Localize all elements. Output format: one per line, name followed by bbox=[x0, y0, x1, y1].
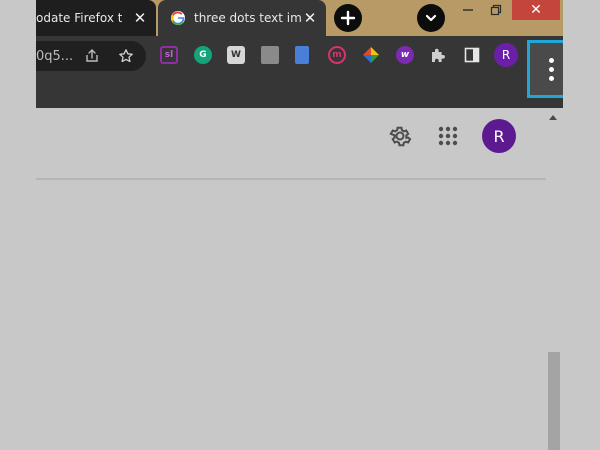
google-favicon-icon bbox=[171, 11, 185, 25]
plus-icon bbox=[340, 10, 356, 26]
extension-doc-icon[interactable] bbox=[295, 46, 309, 64]
page-header bbox=[36, 108, 546, 180]
grammarly-extension-icon[interactable]: G bbox=[194, 46, 212, 64]
scrollbar-thumb[interactable] bbox=[548, 352, 560, 450]
side-panel-icon[interactable] bbox=[463, 46, 481, 64]
apps-grid-icon[interactable] bbox=[436, 124, 460, 148]
diamond-colors-icon bbox=[363, 47, 379, 63]
close-tab-icon[interactable]: ✕ bbox=[132, 10, 148, 26]
minimize-window-button[interactable] bbox=[458, 0, 478, 20]
restore-icon bbox=[490, 4, 502, 16]
extension-s-icon[interactable] bbox=[261, 46, 279, 64]
close-tab-icon[interactable]: ✕ bbox=[302, 10, 318, 26]
puzzle-extensions-icon[interactable] bbox=[429, 46, 447, 64]
new-tab-button[interactable] bbox=[334, 4, 362, 32]
chevron-down-icon bbox=[425, 14, 437, 22]
toolbar-lower-band bbox=[36, 76, 563, 108]
url-text: 0q5... bbox=[36, 48, 74, 64]
extension-w-icon[interactable]: W bbox=[227, 46, 245, 64]
tab-title: three dots text ima bbox=[194, 11, 302, 25]
tab-three-dots[interactable]: three dots text ima ✕ bbox=[158, 0, 326, 36]
share-icon[interactable] bbox=[84, 48, 100, 64]
tab-update-firefox[interactable]: odate Firefox to ✕ bbox=[36, 0, 156, 36]
bookmark-star-icon[interactable] bbox=[118, 48, 134, 64]
restore-window-button[interactable] bbox=[486, 0, 506, 20]
scroll-up-arrow-icon[interactable] bbox=[549, 115, 557, 120]
three-dots-icon bbox=[549, 56, 554, 83]
tab-search-button[interactable] bbox=[417, 4, 445, 32]
extension-colors-icon[interactable] bbox=[362, 46, 380, 64]
window-edge bbox=[563, 0, 600, 450]
tab-title: odate Firefox to bbox=[36, 11, 122, 25]
screenshot-stage: odate Firefox to ✕ three dots text ima ✕ bbox=[0, 0, 600, 450]
profile-avatar-button[interactable]: R bbox=[494, 43, 518, 67]
minimize-icon bbox=[463, 9, 473, 11]
address-bar[interactable]: 0q5... bbox=[36, 41, 146, 71]
extension-m-icon[interactable]: m bbox=[328, 46, 346, 64]
account-avatar[interactable]: R bbox=[482, 119, 516, 153]
extension-w2-icon[interactable]: w bbox=[396, 46, 414, 64]
gear-icon[interactable] bbox=[388, 124, 412, 148]
extension-sl-icon[interactable]: sl bbox=[160, 46, 178, 64]
close-window-button[interactable]: ✕ bbox=[512, 0, 560, 20]
close-icon: ✕ bbox=[530, 2, 542, 18]
